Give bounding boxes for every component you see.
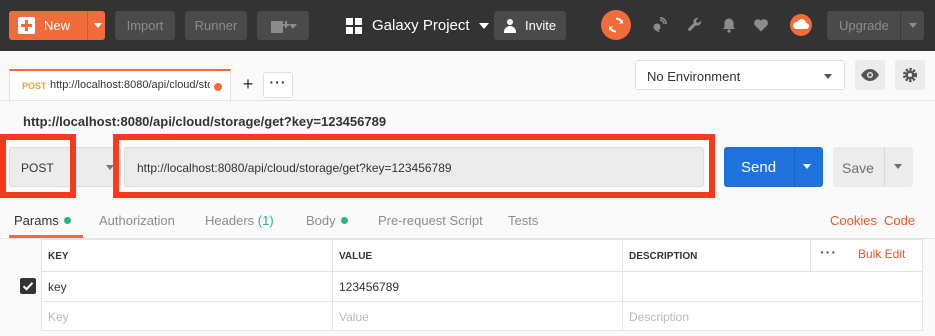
chevron-down-icon — [824, 74, 832, 79]
tab-authorization[interactable]: Authorization — [99, 213, 175, 228]
chevron-down-icon[interactable] — [909, 23, 917, 28]
chevron-down-icon — [289, 24, 297, 29]
param-value-cell[interactable]: 123456789 — [333, 272, 623, 301]
tab-prerequest-script[interactable]: Pre-request Script — [378, 213, 483, 228]
tab-params-label: Params — [14, 213, 59, 228]
tab-url-label: http://localhost:8080/api/cloud/storage/… — [50, 79, 210, 91]
new-key-input[interactable]: Key — [42, 302, 333, 331]
gear-icon — [902, 67, 918, 83]
manage-environments-button[interactable] — [895, 60, 925, 90]
status-dot-icon — [63, 217, 71, 224]
upgrade-divider — [900, 11, 901, 40]
user-plus-icon — [503, 18, 517, 33]
table-row: Key Value Description — [42, 301, 922, 331]
new-button[interactable]: New — [9, 11, 105, 40]
grid-icon — [346, 17, 362, 34]
new-value-input[interactable]: Value — [333, 302, 623, 331]
workspace-selector[interactable]: Galaxy Project — [346, 11, 489, 40]
chevron-down-icon — [478, 22, 489, 29]
unsaved-dot-icon — [214, 83, 222, 91]
request-tabs-bar: POST http://localhost:8080/api/cloud/sto… — [0, 51, 935, 101]
save-label: Save — [842, 160, 874, 176]
save-divider — [884, 147, 885, 187]
param-enabled-checkbox[interactable] — [20, 278, 36, 294]
environment-quick-look-button[interactable] — [855, 60, 885, 90]
workspace-name: Galaxy Project — [372, 17, 470, 34]
tab-method-label: POST — [22, 81, 47, 91]
tab-headers[interactable]: Headers (1) — [205, 213, 274, 228]
chevron-down-icon[interactable] — [94, 23, 102, 28]
satellite-icon[interactable] — [651, 17, 667, 33]
invite-label: Invite — [525, 18, 557, 33]
url-input[interactable]: http://localhost:8080/api/cloud/storage/… — [124, 147, 704, 187]
add-tab-button[interactable]: + — [236, 73, 260, 97]
tab-headers-label: Headers — [205, 213, 255, 228]
column-header-description: DESCRIPTION — [623, 240, 811, 271]
new-window-icon — [271, 19, 289, 33]
method-select[interactable]: POST — [9, 147, 121, 187]
upgrade-label: Upgrade — [839, 18, 889, 33]
send-divider — [794, 147, 795, 187]
table-row: key 123456789 — [42, 271, 922, 301]
bulk-edit-link[interactable]: Bulk Edit — [858, 247, 905, 261]
runner-button[interactable]: Runner — [185, 11, 247, 40]
tab-body-label: Body — [306, 213, 336, 228]
sync-icon[interactable] — [601, 10, 631, 40]
tab-tests[interactable]: Tests — [508, 213, 538, 228]
chevron-down-icon — [106, 165, 114, 170]
plus-icon — [18, 17, 35, 34]
tab-body[interactable]: Body — [306, 213, 348, 228]
avatar[interactable] — [790, 14, 812, 36]
new-button-divider — [87, 11, 88, 40]
request-name[interactable]: http://localhost:8080/api/cloud/storage/… — [23, 114, 386, 129]
new-button-label: New — [44, 18, 71, 33]
checkmark-icon — [22, 282, 34, 291]
method-label: POST — [21, 161, 54, 175]
save-button[interactable]: Save — [833, 147, 913, 187]
bell-icon[interactable] — [721, 17, 737, 33]
cookies-link[interactable]: Cookies — [830, 213, 877, 228]
headers-count: (1) — [257, 213, 274, 228]
new-description-input[interactable]: Description — [623, 302, 922, 331]
more-tabs-button[interactable]: ··· — [263, 72, 293, 98]
environment-select[interactable]: No Environment — [635, 60, 845, 90]
status-dot-icon — [340, 217, 348, 224]
wrench-icon[interactable] — [687, 17, 703, 33]
chevron-down-icon[interactable] — [803, 164, 811, 169]
send-button[interactable]: Send — [724, 147, 823, 187]
table-options-button[interactable]: ··· — [820, 244, 837, 260]
import-button[interactable]: Import — [115, 11, 175, 40]
send-label: Send — [741, 159, 777, 176]
cloud-icon — [793, 19, 809, 29]
column-header-value: VALUE — [333, 240, 623, 271]
code-link[interactable]: Code — [884, 213, 915, 228]
upgrade-button[interactable]: Upgrade — [827, 11, 924, 40]
tab-params[interactable]: Params — [14, 213, 71, 228]
heart-icon[interactable] — [753, 17, 769, 33]
chevron-down-icon[interactable] — [894, 164, 902, 169]
top-header-bar: New Import Runner Galaxy Project Invite … — [0, 0, 935, 51]
param-description-cell[interactable] — [623, 272, 922, 301]
invite-button[interactable]: Invite — [494, 11, 566, 40]
param-key-cell[interactable]: key — [42, 272, 333, 301]
request-tab[interactable]: POST http://localhost:8080/api/cloud/sto… — [9, 69, 231, 101]
new-window-button[interactable] — [257, 11, 309, 40]
eye-icon — [861, 69, 879, 81]
divider — [0, 100, 935, 101]
column-header-key: KEY — [42, 240, 333, 271]
environment-label: No Environment — [647, 69, 741, 84]
params-table: KEY VALUE DESCRIPTION key 123456789 Key … — [41, 239, 923, 331]
